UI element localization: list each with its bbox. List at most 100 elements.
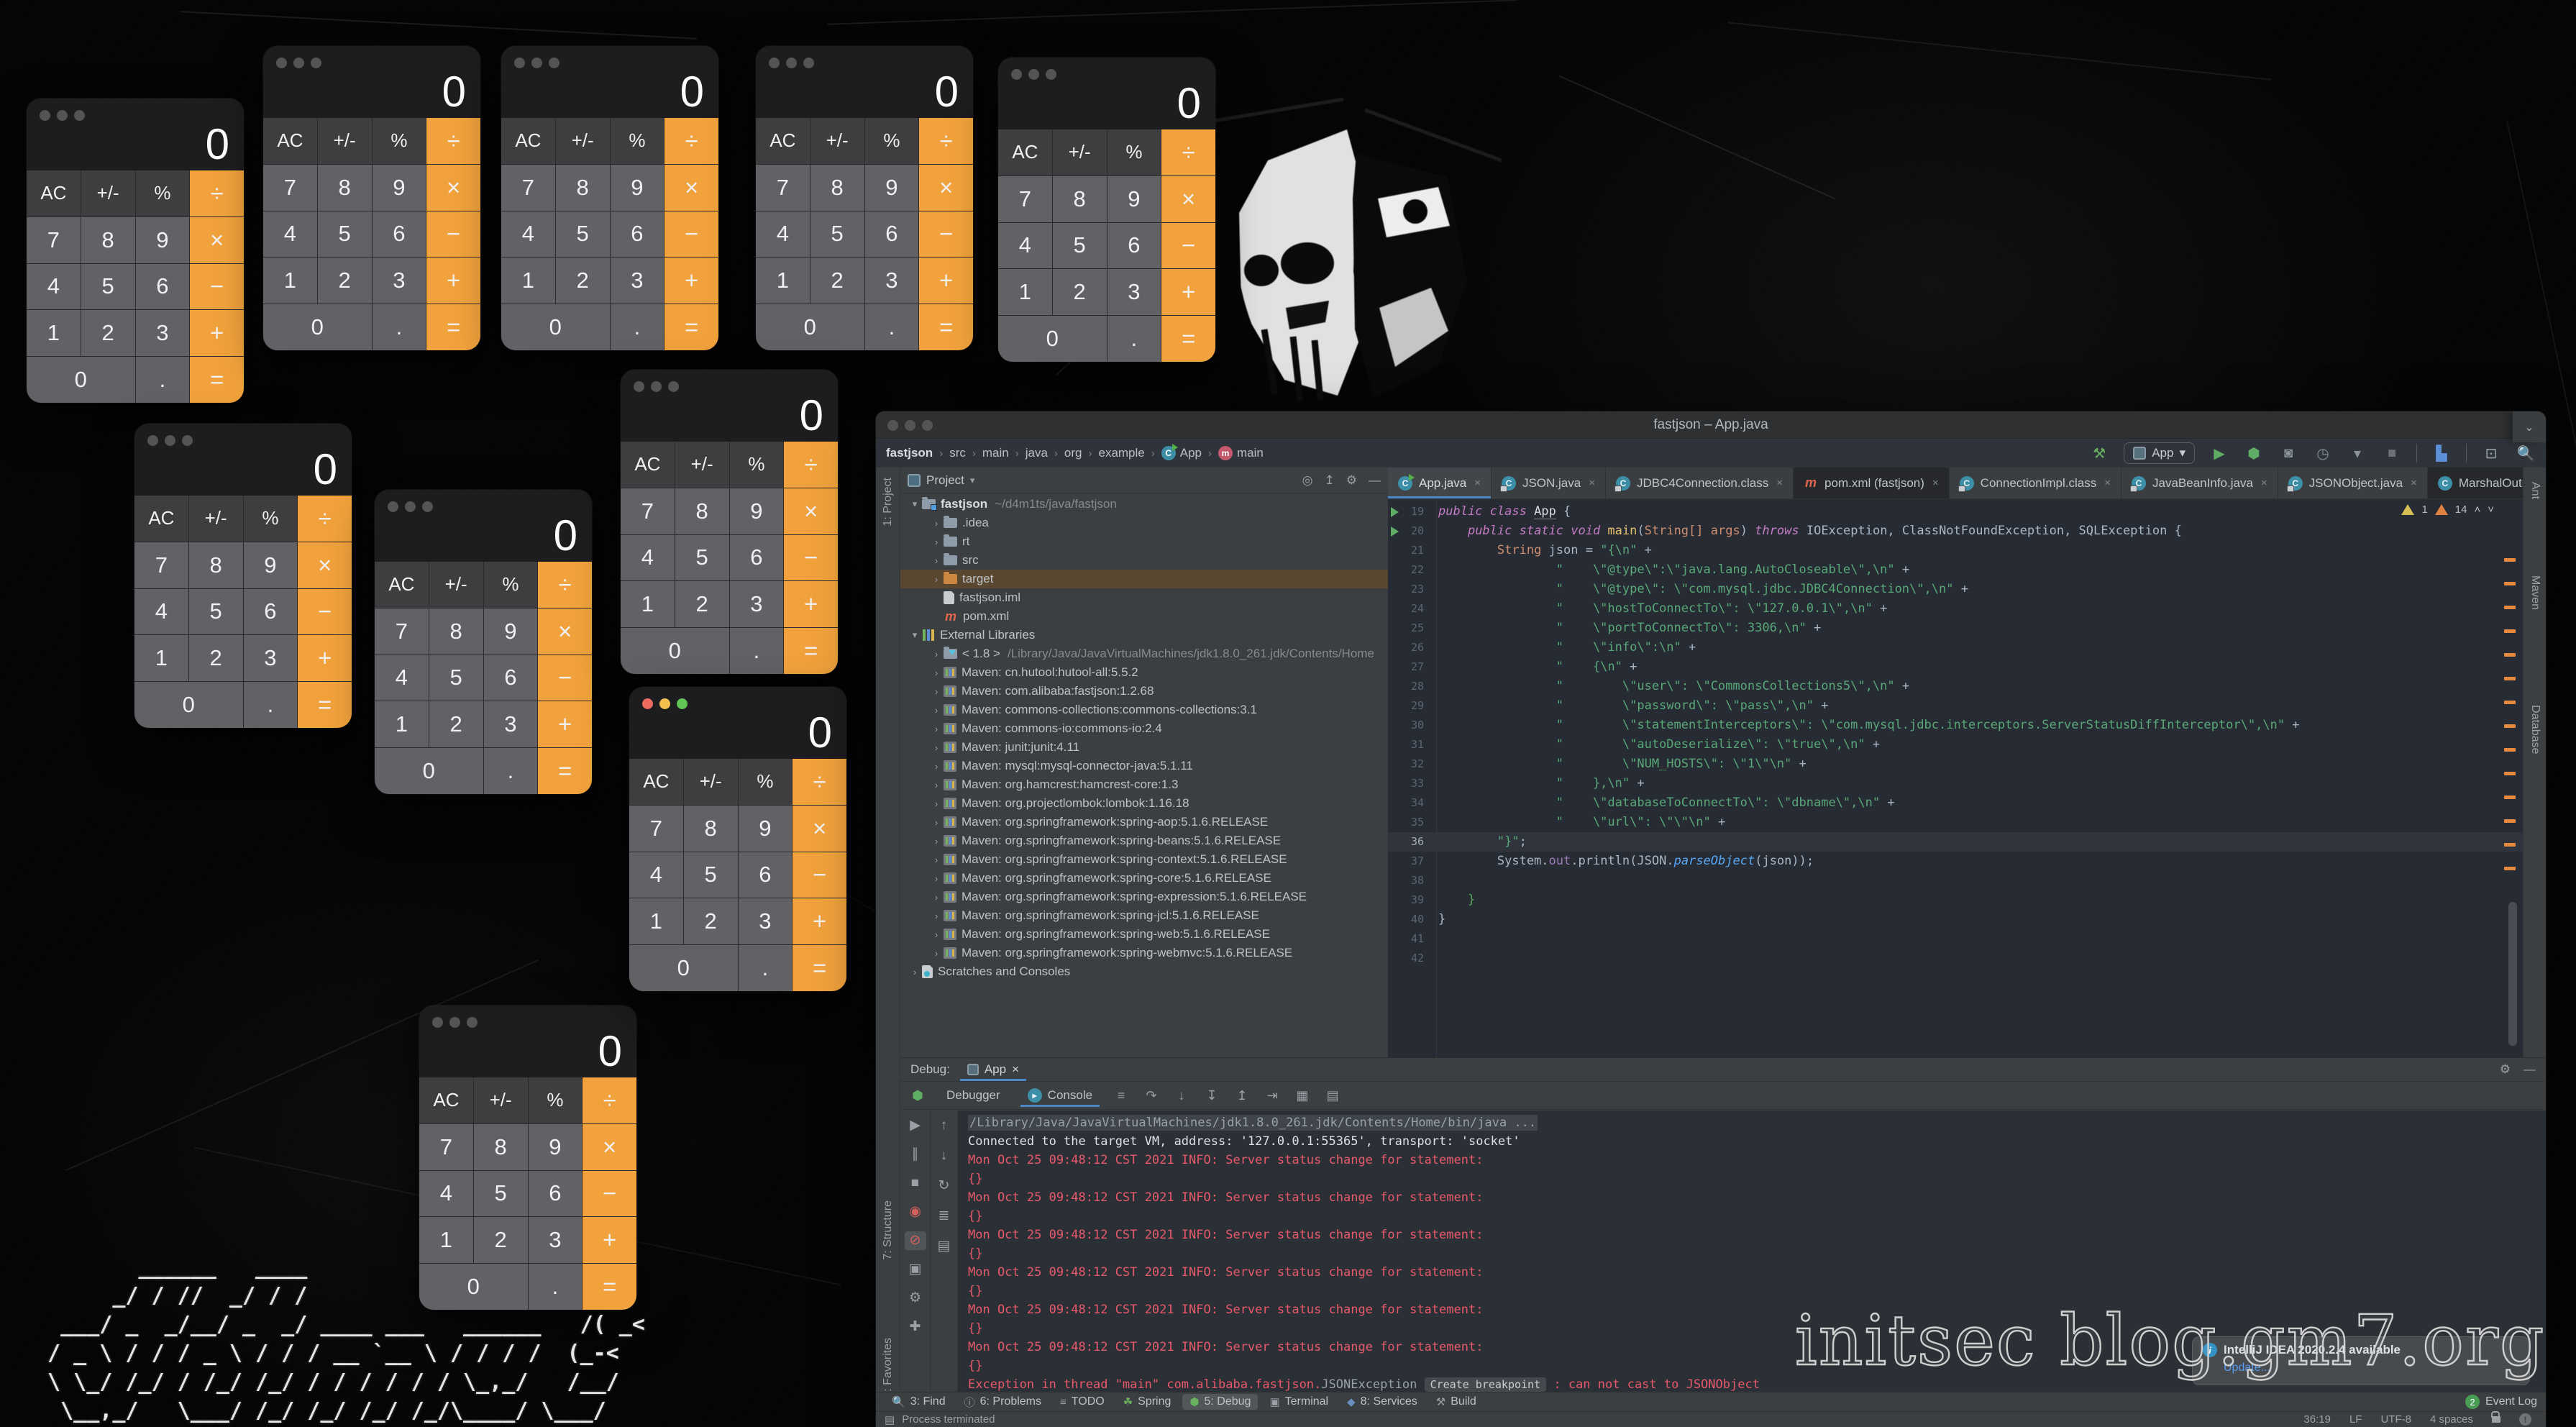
project-structure-icon[interactable]: ▙ bbox=[2431, 444, 2452, 462]
code-editor[interactable]: 1 14 ˄ ˅ 19public class App {20 public s… bbox=[1388, 499, 2523, 1057]
tree-item-maven-org-projectlombok-lombok-1-16-18[interactable]: ›Maven: org.projectlombok:lombok:1.16.18 bbox=[900, 794, 1388, 813]
calc-button-4[interactable]: 4 bbox=[27, 264, 81, 310]
warning-stripe-mark[interactable] bbox=[2504, 606, 2516, 609]
calc-button-plusminus[interactable]: +/- bbox=[556, 118, 610, 164]
calc-button-minus[interactable]: − bbox=[793, 852, 846, 898]
calc-button-AC[interactable]: AC bbox=[419, 1077, 473, 1123]
calc-button-divide[interactable]: ÷ bbox=[1161, 129, 1215, 175]
calc-button-1[interactable]: 1 bbox=[998, 269, 1052, 315]
toolwindow-button-spring[interactable]: ☘Spring bbox=[1116, 1394, 1179, 1410]
tree-item-maven-org-springframework-spring-expression-5-1-6-release[interactable]: ›Maven: org.springframework:spring-expre… bbox=[900, 888, 1388, 906]
calc-button-8[interactable]: 8 bbox=[675, 488, 729, 534]
calc-button-0[interactable]: 0 bbox=[501, 304, 610, 350]
calc-button-percent[interactable]: % bbox=[1107, 129, 1161, 175]
debug-bug-icon[interactable]: ⬢ bbox=[2244, 444, 2264, 462]
snapshot-camera-icon[interactable]: ▣ bbox=[905, 1260, 926, 1279]
profiler-dropdown-icon[interactable]: ▾ bbox=[2347, 444, 2367, 462]
calc-button-multiply[interactable]: × bbox=[583, 1124, 636, 1170]
calc-button-8[interactable]: 8 bbox=[429, 608, 483, 655]
pause-icon[interactable]: ∥ bbox=[905, 1145, 926, 1164]
calc-button-3[interactable]: 3 bbox=[136, 310, 190, 356]
calc-button-plus[interactable]: + bbox=[784, 581, 838, 627]
calc-button-multiply[interactable]: × bbox=[784, 488, 838, 534]
warning-stripe-mark[interactable] bbox=[2504, 677, 2516, 680]
calc-button-plus[interactable]: + bbox=[426, 257, 480, 304]
pin-icon[interactable]: ✚ bbox=[905, 1318, 926, 1336]
inspection-highlight-icon[interactable]: ! bbox=[2519, 1413, 2531, 1426]
calc-button-multiply[interactable]: × bbox=[664, 165, 718, 211]
calc-button-equals[interactable]: = bbox=[426, 304, 480, 350]
tree-item-maven-com-alibaba-fastjson-1-2-68[interactable]: ›Maven: com.alibaba:fastjson:1.2.68 bbox=[900, 682, 1388, 701]
calc-button-plusminus[interactable]: +/- bbox=[429, 562, 483, 608]
calc-button-minus[interactable]: − bbox=[664, 211, 718, 257]
calc-button-divide[interactable]: ÷ bbox=[919, 118, 973, 164]
chevron-down-icon[interactable]: ▾ bbox=[908, 498, 922, 510]
ide-titlebar[interactable]: fastjson – App.java bbox=[876, 411, 2546, 439]
step-over-icon[interactable]: ↷ bbox=[1143, 1088, 1160, 1103]
console-menu-icon[interactable]: ≡ bbox=[1113, 1088, 1130, 1103]
toolwindow-button-5-debug[interactable]: ⬢5: Debug bbox=[1182, 1394, 1258, 1410]
calc-button-1[interactable]: 1 bbox=[375, 701, 429, 747]
calc-button-decimal[interactable]: . bbox=[1107, 316, 1161, 362]
calc-button-5[interactable]: 5 bbox=[684, 852, 738, 898]
clear-console-icon[interactable]: ▤ bbox=[933, 1237, 955, 1256]
calc-button-5[interactable]: 5 bbox=[556, 211, 610, 257]
sidebar-item-ant[interactable]: Ant bbox=[2524, 482, 2546, 499]
tree-item-maven-cn-hutool-hutool-all-5-5-2[interactable]: ›Maven: cn.hutool:hutool-all:5.5.2 bbox=[900, 663, 1388, 682]
toolwindow-button-3-find[interactable]: 🔍3: Find bbox=[885, 1394, 953, 1410]
chevron-right-icon[interactable]: › bbox=[929, 686, 944, 697]
run-to-cursor-icon[interactable]: ⇥ bbox=[1264, 1088, 1281, 1103]
coverage-icon[interactable]: ◙ bbox=[2278, 445, 2298, 462]
calc-button-percent[interactable]: % bbox=[865, 118, 919, 164]
calc-button-divide[interactable]: ÷ bbox=[298, 496, 352, 542]
calc-button-4[interactable]: 4 bbox=[134, 589, 188, 635]
error-stripe[interactable] bbox=[2503, 499, 2518, 1057]
chevron-right-icon[interactable]: › bbox=[929, 705, 944, 716]
calc-button-percent[interactable]: % bbox=[730, 442, 784, 488]
calc-button-9[interactable]: 9 bbox=[865, 165, 919, 211]
tree-item-src[interactable]: ›src bbox=[900, 551, 1388, 570]
view-breakpoints-icon[interactable]: ◉ bbox=[905, 1203, 926, 1221]
calc-button-decimal[interactable]: . bbox=[136, 357, 190, 403]
run-configuration-dropdown[interactable]: App▾ bbox=[2124, 442, 2195, 464]
calc-button-5[interactable]: 5 bbox=[429, 655, 483, 701]
warning-stripe-mark[interactable] bbox=[2504, 558, 2516, 562]
calc-button-decimal[interactable]: . bbox=[244, 682, 298, 728]
file-encoding[interactable]: UTF-8 bbox=[2380, 1413, 2411, 1426]
mute-breakpoints-icon[interactable]: ⊘ bbox=[905, 1231, 926, 1250]
calc-button-3[interactable]: 3 bbox=[373, 257, 426, 304]
calc-button-multiply[interactable]: × bbox=[793, 806, 846, 852]
scrollbar-thumb[interactable] bbox=[2508, 902, 2517, 1046]
chevron-right-icon[interactable]: › bbox=[929, 798, 944, 809]
calc-button-minus[interactable]: − bbox=[298, 589, 352, 635]
calc-button-minus[interactable]: − bbox=[426, 211, 480, 257]
warning-stripe-mark[interactable] bbox=[2504, 582, 2516, 585]
toolwindow-button-terminal[interactable]: ▣Terminal bbox=[1262, 1394, 1335, 1410]
breadcrumb-item-App[interactable]: CApp bbox=[1161, 446, 1202, 460]
scroll-to-end-icon[interactable]: ≣ bbox=[933, 1207, 955, 1226]
calc-button-plus[interactable]: + bbox=[793, 898, 846, 944]
calc-button-minus[interactable]: − bbox=[1161, 223, 1215, 269]
calc-button-7[interactable]: 7 bbox=[419, 1124, 473, 1170]
calc-button-multiply[interactable]: × bbox=[190, 217, 244, 263]
calc-button-7[interactable]: 7 bbox=[621, 488, 675, 534]
tree-item-maven-commons-io-commons-io-2-4[interactable]: ›Maven: commons-io:commons-io:2.4 bbox=[900, 719, 1388, 738]
run-line-icon[interactable] bbox=[1391, 526, 1399, 537]
create-breakpoint-chip[interactable]: Create breakpoint bbox=[1425, 1377, 1547, 1392]
calc-button-2[interactable]: 2 bbox=[810, 257, 864, 304]
calc-button-equals[interactable]: = bbox=[919, 304, 973, 350]
calc-button-decimal[interactable]: . bbox=[739, 945, 793, 991]
chevron-right-icon[interactable]: › bbox=[929, 836, 944, 847]
calc-button-percent[interactable]: % bbox=[136, 170, 190, 216]
calc-button-1[interactable]: 1 bbox=[629, 898, 683, 944]
calc-button-7[interactable]: 7 bbox=[998, 176, 1052, 222]
calc-button-4[interactable]: 4 bbox=[263, 211, 317, 257]
calc-button-4[interactable]: 4 bbox=[998, 223, 1052, 269]
breadcrumb-item-fastjson[interactable]: fastjson bbox=[886, 446, 933, 460]
breadcrumb-item-org[interactable]: org bbox=[1064, 446, 1082, 460]
tree-item-fastjson-iml[interactable]: fastjson.iml bbox=[900, 588, 1388, 607]
sidebar-item-favorites[interactable]: 2: Favorites bbox=[876, 1338, 900, 1398]
calc-button-3[interactable]: 3 bbox=[730, 581, 784, 627]
tree-item-maven-org-springframework-spring-core-5-1-6-release[interactable]: ›Maven: org.springframework:spring-core:… bbox=[900, 869, 1388, 888]
calc-button-5[interactable]: 5 bbox=[189, 589, 243, 635]
